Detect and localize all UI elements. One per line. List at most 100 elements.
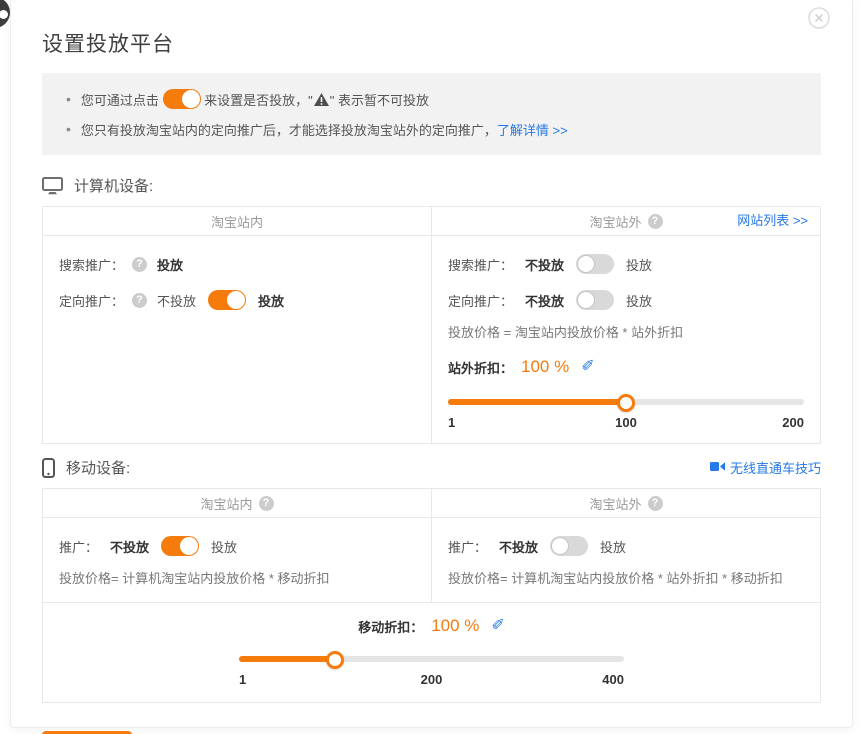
background-badge	[0, 0, 10, 28]
computer-table: 淘宝站内 淘宝站外 ? 网站列表 >> 搜索推广： ? 投放	[42, 206, 821, 444]
tick-min: 1	[448, 415, 455, 433]
promo-off-label: 不投放	[110, 537, 149, 556]
computer-offsite-target-row: 定向推广： 不投放 投放	[448, 282, 804, 318]
computer-icon	[42, 177, 63, 195]
tick-min: 1	[239, 672, 246, 690]
mobile-onsite-formula: 投放价格= 计算机淘宝站内投放价格 * 移动折扣	[59, 566, 415, 592]
mobile-discount-line: 移动折扣： 100 % ✐	[239, 613, 624, 639]
toggle-knob	[227, 291, 245, 309]
tick-max: 200	[782, 415, 804, 433]
notice-box: • 您可通过点击 来设置是否投放，" " 表示暂不可投放 • 您只有投放淘宝站内…	[42, 73, 821, 155]
offsite-discount-slider[interactable]	[448, 394, 804, 410]
toggle-knob	[577, 255, 595, 273]
mobile-discount-row: 移动折扣： 100 % ✐ 1 200 400	[43, 602, 820, 702]
mobile-slider-ticks: 1 200 400	[239, 672, 624, 690]
computer-onsite-target-toggle[interactable]	[208, 290, 246, 310]
wireless-tips-link[interactable]: 无线直通车技巧	[710, 458, 821, 477]
wireless-tips-label: 无线直通车技巧	[730, 458, 821, 477]
computer-onsite-header: 淘宝站内	[43, 207, 431, 235]
computer-section-header: 计算机设备:	[42, 175, 821, 196]
settings-dialog: 设置投放平台 • 您可通过点击 来设置是否投放，" " 表示暂不可投放 •	[10, 0, 853, 728]
mobile-offsite-promo-toggle[interactable]	[550, 536, 588, 556]
search-on-label: 投放	[626, 255, 652, 274]
screen: 设置投放平台 • 您可通过点击 来设置是否投放，" " 表示暂不可投放 •	[0, 0, 861, 734]
page-title: 设置投放平台	[42, 28, 821, 58]
mobile-discount-value: 100 %	[431, 616, 479, 636]
notice-line-prereq: • 您只有投放淘宝站内的定向推广后，才能选择投放淘宝站外的定向推广， 了解详情 …	[66, 114, 797, 144]
close-icon[interactable]	[808, 7, 830, 29]
promo-off-label: 不投放	[499, 537, 538, 556]
mobile-table-header: 淘宝站内 ? 淘宝站外 ?	[43, 489, 820, 518]
mobile-discount-slider[interactable]	[239, 651, 624, 667]
slider-handle[interactable]	[326, 651, 344, 669]
mobile-offsite-help-icon[interactable]: ?	[648, 496, 663, 511]
target-on-label: 投放	[626, 291, 652, 310]
notice-line-toggle: • 您可通过点击 来设置是否投放，" " 表示暂不可投放	[66, 84, 797, 114]
computer-onsite-search-row: 搜索推广： ? 投放	[59, 246, 415, 282]
computer-offsite-header: 淘宝站外 ? 网站列表 >>	[431, 207, 820, 235]
computer-onsite-cell: 搜索推广： ? 投放 定向推广： ? 不投放 投放	[43, 236, 431, 443]
computer-onsite-header-label: 淘宝站内	[211, 212, 263, 231]
search-promo-label: 搜索推广：	[59, 255, 124, 274]
search-promo-state: 投放	[157, 255, 183, 274]
target-off-label: 不投放	[157, 291, 196, 310]
edit-pencil-icon[interactable]: ✐	[581, 359, 594, 375]
notice2-text: 您只有投放淘宝站内的定向推广后，才能选择投放淘宝站外的定向推广，	[81, 120, 497, 139]
computer-offsite-header-label: 淘宝站外	[589, 212, 641, 231]
bullet-dot: •	[66, 121, 71, 137]
mobile-onsite-help-icon[interactable]: ?	[259, 496, 274, 511]
toggle-knob	[180, 537, 198, 555]
mobile-offsite-promo-row: 推广： 不投放 投放	[448, 528, 804, 564]
notice1-post: " 表示暂不可投放	[330, 90, 429, 109]
mobile-table-body: 推广： 不投放 投放 投放价格= 计算机淘宝站内投放价格 * 移动折扣 推广： …	[43, 518, 820, 602]
edit-pencil-icon[interactable]: ✐	[491, 618, 504, 634]
notice1-pre: 您可通过点击	[81, 90, 163, 109]
slider-fill	[239, 656, 335, 662]
learn-more-link[interactable]: 了解详情 >>	[497, 120, 568, 139]
promo-label: 推广：	[448, 537, 487, 556]
toggle-knob	[551, 537, 569, 555]
target-promo-help-icon[interactable]: ?	[132, 293, 147, 308]
mobile-icon	[42, 458, 55, 478]
mobile-offsite-cell: 推广： 不投放 投放 投放价格= 计算机淘宝站内投放价格 * 站外折扣 * 移动…	[431, 518, 820, 602]
mobile-offsite-formula: 投放价格= 计算机淘宝站内投放价格 * 站外折扣 * 移动折扣	[448, 566, 804, 592]
offsite-slider-ticks: 1 100 200	[448, 415, 804, 433]
notice1-mid: 来设置是否投放，"	[201, 90, 313, 109]
target-promo-label: 定向推广：	[448, 291, 513, 310]
computer-table-body: 搜索推广： ? 投放 定向推广： ? 不投放 投放 搜索推广：	[43, 236, 820, 443]
tick-max: 400	[602, 672, 624, 690]
mobile-table: 淘宝站内 ? 淘宝站外 ? 推广： 不投放 投放 投放价格= 计算机淘宝站内投	[42, 488, 821, 703]
mobile-onsite-cell: 推广： 不投放 投放 投放价格= 计算机淘宝站内投放价格 * 移动折扣	[43, 518, 431, 602]
search-promo-help-icon[interactable]: ?	[132, 257, 147, 272]
warning-icon	[314, 93, 329, 106]
tick-mid: 100	[615, 415, 637, 430]
computer-offsite-search-toggle[interactable]	[576, 254, 614, 274]
mobile-onsite-header: 淘宝站内 ?	[43, 489, 431, 517]
offsite-discount-line: 站外折扣： 100 % ✐	[448, 352, 804, 382]
computer-offsite-search-row: 搜索推广： 不投放 投放	[448, 246, 804, 282]
computer-table-header: 淘宝站内 淘宝站外 ? 网站列表 >>	[43, 207, 820, 236]
computer-offsite-target-toggle[interactable]	[576, 290, 614, 310]
target-off-label: 不投放	[525, 291, 564, 310]
mobile-section-title: 移动设备:	[66, 457, 130, 478]
mobile-onsite-promo-toggle[interactable]	[161, 536, 199, 556]
target-on-label: 投放	[258, 291, 284, 310]
mobile-offsite-header-label: 淘宝站外	[589, 494, 641, 513]
example-toggle	[163, 89, 201, 109]
promo-on-label: 投放	[600, 537, 626, 556]
promo-on-label: 投放	[211, 537, 237, 556]
mobile-onsite-promo-row: 推广： 不投放 投放	[59, 528, 415, 564]
offsite-help-icon[interactable]: ?	[648, 214, 663, 229]
mobile-discount-label: 移动折扣：	[358, 617, 423, 636]
toggle-knob	[182, 90, 200, 108]
offsite-discount-label: 站外折扣：	[448, 358, 513, 377]
search-off-label: 不投放	[525, 255, 564, 274]
slider-handle[interactable]	[617, 394, 635, 412]
mobile-offsite-header: 淘宝站外 ?	[431, 489, 820, 517]
offsite-discount-value: 100 %	[521, 357, 569, 377]
search-promo-label: 搜索推广：	[448, 255, 513, 274]
mobile-discount-inner: 移动折扣： 100 % ✐ 1 200 400	[239, 613, 624, 690]
computer-onsite-target-row: 定向推广： ? 不投放 投放	[59, 282, 415, 318]
site-list-link[interactable]: 网站列表 >>	[737, 207, 808, 235]
offsite-price-formula: 投放价格 = 淘宝站内投放价格 * 站外折扣	[448, 320, 804, 346]
